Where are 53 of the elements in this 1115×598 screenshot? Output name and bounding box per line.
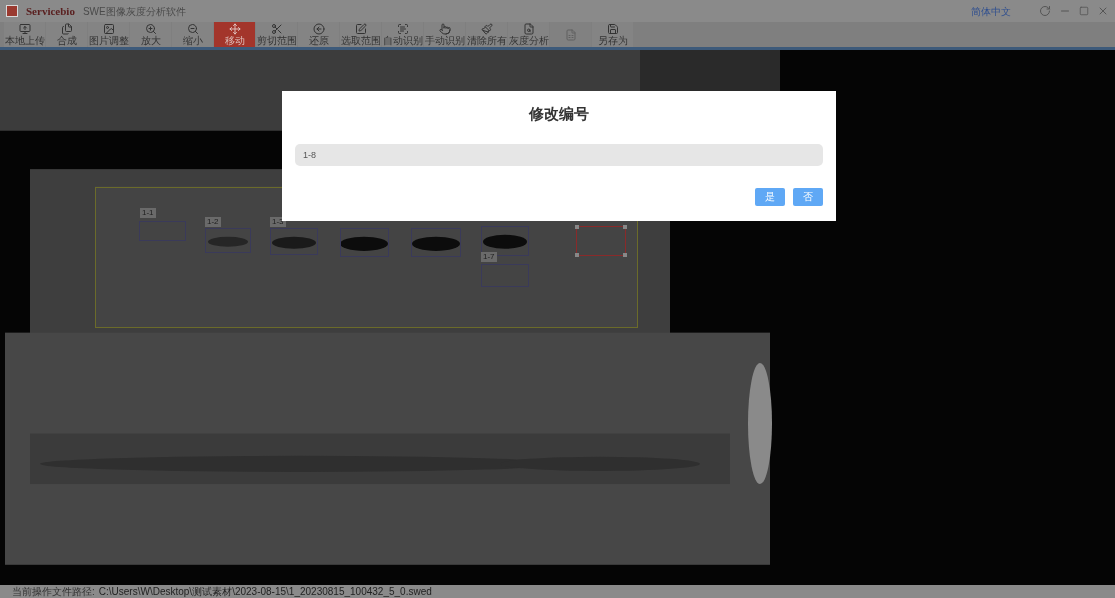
documents-icon: [60, 23, 73, 35]
logo-icon: [6, 5, 18, 17]
maximize-icon[interactable]: [1079, 6, 1089, 16]
toolbar-button[interactable]: 图片调整: [88, 22, 129, 47]
number-input[interactable]: 1-8: [295, 143, 823, 166]
lane-box[interactable]: [576, 226, 626, 256]
toolbar-button[interactable]: 移动: [214, 22, 255, 47]
save-icon: [606, 23, 619, 35]
toolbar-button[interactable]: 清除所有: [466, 22, 507, 47]
lane-box[interactable]: [340, 228, 389, 257]
lane-label: 1-1: [140, 208, 156, 218]
lane-label: 1-7: [481, 252, 497, 262]
dialog-button[interactable]: 是: [755, 187, 785, 206]
lane-box[interactable]: [270, 228, 318, 255]
close-icon[interactable]: [1097, 5, 1109, 17]
lane-box[interactable]: [411, 228, 461, 257]
file-path: C:\Users\W\Desktop\测试素材\2023-08-15\1_20230815_100432_5_0.swed: [98, 585, 432, 598]
brush-icon: [480, 23, 493, 35]
spreadsheet-icon: [564, 28, 577, 41]
text-scan-icon: [396, 23, 409, 35]
image-icon: [102, 23, 115, 35]
toolbar-button[interactable]: 灰度分析: [508, 22, 549, 47]
status-label: 当前操作文件路径:: [12, 585, 95, 598]
toolbar-button[interactable]: 缩小: [172, 22, 213, 47]
language-link[interactable]: 简体中文: [971, 3, 1011, 19]
resize-handle[interactable]: [575, 253, 579, 257]
toolbar-button[interactable]: 另存为: [592, 22, 633, 47]
lane-box[interactable]: [205, 228, 251, 253]
resize-handle[interactable]: [575, 225, 579, 229]
refresh-icon[interactable]: [1039, 5, 1051, 17]
resize-handle[interactable]: [623, 253, 627, 257]
dialog-title: 修改编号: [527, 104, 590, 124]
zoom-in-icon: [144, 23, 157, 35]
zoom-out-icon: [186, 23, 199, 35]
toolbar-button[interactable]: 本地上传: [4, 22, 45, 47]
resize-handle[interactable]: [623, 225, 627, 229]
toolbar-button[interactable]: 选取范围: [340, 22, 381, 47]
toolbar-button[interactable]: 放大: [130, 22, 171, 47]
brand-name: Servicebio: [26, 3, 75, 19]
lane-label: 1-2: [205, 217, 221, 227]
monitor-icon: [18, 23, 31, 35]
toolbar-button[interactable]: 合成: [46, 22, 87, 47]
toolbar-button[interactable]: 自动识别: [382, 22, 423, 47]
move-icon: [228, 23, 241, 35]
back-icon: [312, 23, 325, 35]
toolbar-button[interactable]: 还原: [298, 22, 339, 47]
file-search-icon: [522, 23, 535, 35]
scissors-icon: [270, 23, 283, 35]
edit-icon: [354, 23, 367, 35]
toolbar-button[interactable]: 剪切范围: [256, 22, 297, 47]
toolbar-button[interactable]: 手动识别: [424, 22, 465, 47]
pointer-icon: [438, 23, 451, 35]
dialog-button[interactable]: 否: [793, 187, 823, 206]
